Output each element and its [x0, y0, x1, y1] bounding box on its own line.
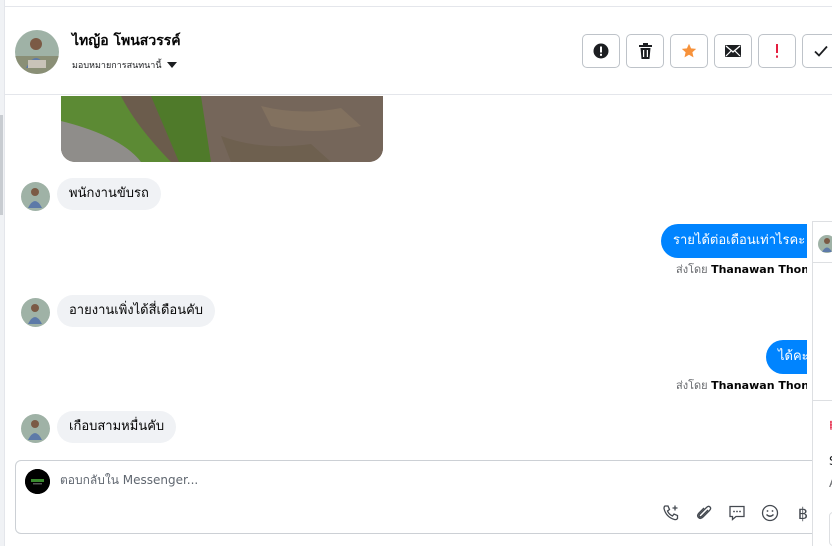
- saved-replies-icon[interactable]: [727, 503, 747, 523]
- sender-name: Thanawan Thon: [711, 263, 807, 276]
- sent-by-label: ส่งโดย: [676, 379, 708, 392]
- sent-by-label: ส่งโดย: [676, 263, 708, 276]
- mark-unread-button[interactable]: [714, 34, 752, 68]
- important-button[interactable]: [758, 34, 796, 68]
- sender-name: Thanawan Thon: [711, 379, 807, 392]
- sent-by-line: ส่งโดย Thanawan Thon: [676, 376, 807, 394]
- contact-name[interactable]: ไทญ้อ โพนสวรรค์: [72, 30, 181, 52]
- panel-divider: [813, 262, 832, 263]
- message-bubble-incoming[interactable]: พนักงานขับรถ: [57, 178, 161, 210]
- contact-avatar-small[interactable]: [21, 414, 50, 443]
- caret-down-icon: [166, 62, 177, 68]
- message-bubble-incoming[interactable]: เกือบสามหมื่นคับ: [57, 411, 177, 443]
- reply-composer: ฿: [15, 460, 832, 534]
- call-add-icon[interactable]: [661, 503, 681, 523]
- header-actions: [582, 34, 832, 68]
- trash-icon: [638, 43, 652, 59]
- panel-divider: [813, 400, 832, 401]
- check-icon: [814, 45, 828, 57]
- done-button[interactable]: [802, 34, 832, 68]
- composer-tools: ฿: [661, 503, 813, 523]
- assign-label: มอบหมายการสนทนานี้: [72, 61, 162, 71]
- assign-conversation-dropdown[interactable]: มอบหมายการสนทนานี้: [72, 58, 177, 72]
- alert-circle-icon: [593, 43, 609, 59]
- star-icon: [681, 43, 697, 58]
- conversation-header: ไทญ้อ โพนสวรรค์ มอบหมายการสนทนานี้: [5, 7, 832, 95]
- contact-avatar-small[interactable]: [21, 298, 50, 327]
- exclamation-icon: [776, 44, 778, 58]
- envelope-icon: [725, 45, 741, 57]
- message-bubble-incoming[interactable]: อายงานเพิ่งได้สี่เดือนคับ: [57, 295, 216, 327]
- customer-info-panel: ▦ S A: [812, 221, 832, 546]
- sent-by-line: ส่งโดย Thanawan Thon: [676, 260, 807, 278]
- star-button[interactable]: [670, 34, 708, 68]
- payment-baht-icon[interactable]: ฿: [793, 503, 813, 523]
- delete-button[interactable]: [626, 34, 664, 68]
- message-bubble-outgoing[interactable]: รายได้ต่อเดือนเท่าไรคะ: [661, 224, 807, 258]
- paperclip-icon[interactable]: [694, 503, 714, 523]
- conversation-panel: ไทญ้อ โพนสวรรค์ มอบหมายการสนทนานี้ พนักง…: [5, 6, 832, 546]
- page-avatar: [25, 469, 50, 494]
- reply-input[interactable]: [60, 473, 760, 487]
- report-button[interactable]: [582, 34, 620, 68]
- message-bubble-outgoing[interactable]: ได้คะ: [766, 340, 807, 374]
- contact-avatar[interactable]: [15, 30, 59, 74]
- shared-photo[interactable]: [61, 96, 383, 162]
- panel-contact-avatar: [818, 235, 832, 253]
- scroll-marker: [0, 115, 3, 215]
- message-list[interactable]: พนักงานขับรถ รายได้ต่อเดือนเท่าไรคะ ส่งโ…: [5, 96, 807, 458]
- emoji-icon[interactable]: [760, 503, 780, 523]
- contact-avatar-small[interactable]: [21, 182, 50, 211]
